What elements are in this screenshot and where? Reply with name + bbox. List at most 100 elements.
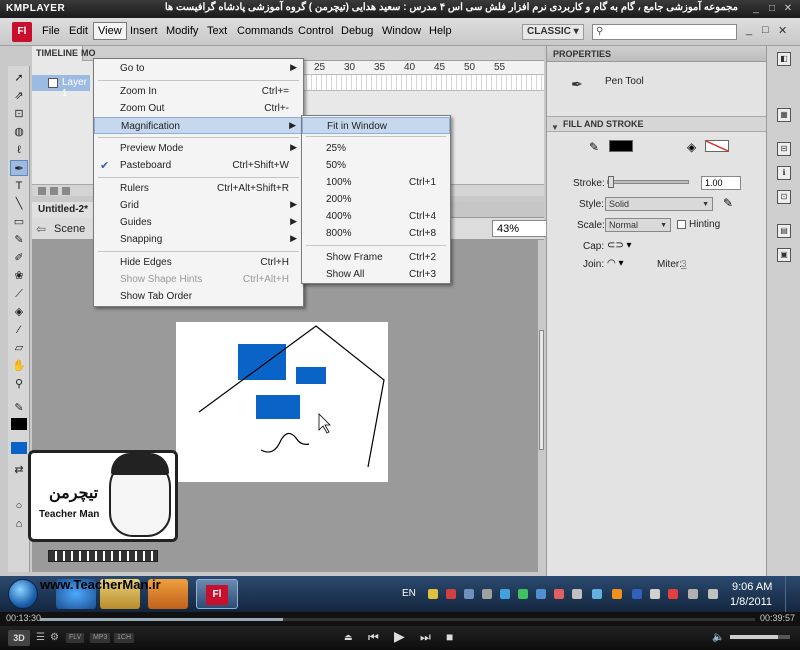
stop-icon[interactable]: ■ — [446, 630, 453, 644]
menu-text[interactable]: Text — [207, 25, 227, 37]
layer-row[interactable]: Layer 1 — [32, 75, 90, 99]
menu-item-show-frame[interactable]: Show Frame Ctrl+2 — [302, 249, 450, 266]
snap-to-objects-icon[interactable]: ⌂ — [10, 516, 28, 532]
miter-value[interactable]: 3 — [681, 259, 687, 270]
tray-icon[interactable] — [482, 589, 492, 599]
menu-item-zoom-100[interactable]: 100% Ctrl+1 — [302, 174, 450, 191]
menu-control[interactable]: Control — [298, 25, 333, 37]
player-close-button[interactable]: ✕ — [782, 3, 794, 15]
stage[interactable] — [176, 322, 388, 482]
new-layer-button[interactable] — [38, 187, 46, 195]
previous-icon[interactable]: ⏮ — [368, 630, 379, 645]
menu-item-goto[interactable]: Go to ▶ — [94, 60, 303, 77]
taskbar-flash-button[interactable]: Fl — [196, 579, 238, 609]
start-button[interactable] — [8, 579, 38, 609]
menu-item-preview-mode[interactable]: Preview Mode ▶ — [94, 140, 303, 157]
menu-item-zoom-50[interactable]: 50% — [302, 157, 450, 174]
components-panel-icon[interactable]: ▤ — [777, 224, 791, 238]
scene-breadcrumb[interactable]: Scene — [54, 223, 85, 235]
tray-icon[interactable] — [612, 589, 622, 599]
vertical-scrollbar[interactable] — [537, 240, 545, 572]
eject-icon[interactable]: ⏏ — [344, 632, 353, 643]
object-drawing-icon[interactable]: ○ — [10, 498, 28, 514]
playlist-icon[interactable]: ☰ — [36, 632, 45, 643]
swatches-panel-icon[interactable]: ▦ — [777, 108, 791, 122]
eyedropper-tool-icon[interactable]: ⁄ — [10, 322, 28, 338]
tray-icon[interactable] — [446, 589, 456, 599]
tray-icon[interactable] — [632, 589, 642, 599]
player-maximize-button[interactable]: □ — [766, 3, 778, 15]
lasso-tool-icon[interactable]: ℓ — [10, 142, 28, 158]
app-restore-button[interactable]: □ — [762, 24, 769, 36]
menu-item-magnification[interactable]: Magnification ▶ — [94, 117, 303, 134]
fill-color-swatch[interactable] — [705, 140, 729, 152]
stroke-color-icon[interactable]: ✎ — [10, 400, 28, 416]
language-indicator[interactable]: EN — [402, 588, 416, 599]
menu-item-zoom-200[interactable]: 200% — [302, 191, 450, 208]
swap-colors-icon[interactable]: ⇄ — [10, 462, 28, 478]
app-close-button[interactable]: ✕ — [778, 24, 787, 37]
deco-tool-icon[interactable]: ❀ — [10, 268, 28, 284]
stroke-color-swatch[interactable] — [609, 140, 633, 152]
menu-commands[interactable]: Commands — [237, 25, 293, 37]
3d-rotation-tool-icon[interactable]: ◍ — [10, 124, 28, 140]
selection-tool-icon[interactable]: ➚ — [10, 70, 28, 86]
new-folder-button[interactable] — [50, 187, 58, 195]
paint-bucket-tool-icon[interactable]: ◈ — [10, 304, 28, 320]
hand-tool-icon[interactable]: ✋ — [10, 358, 28, 374]
tray-icon[interactable] — [500, 589, 510, 599]
menu-item-guides[interactable]: Guides ▶ — [94, 214, 303, 231]
show-desktop-button[interactable] — [785, 576, 800, 612]
menu-insert[interactable]: Insert — [130, 25, 158, 37]
menu-item-zoom-400[interactable]: 400% Ctrl+4 — [302, 208, 450, 225]
pen-tool-icon[interactable]: ✒ — [10, 160, 28, 176]
next-icon[interactable]: ⏭ — [420, 630, 431, 645]
brush-tool-icon[interactable]: ✐ — [10, 250, 28, 266]
free-transform-tool-icon[interactable]: ⊡ — [10, 106, 28, 122]
menu-window[interactable]: Window — [382, 25, 421, 37]
menu-item-snapping[interactable]: Snapping ▶ — [94, 231, 303, 248]
menu-item-show-all[interactable]: Show All Ctrl+3 — [302, 266, 450, 283]
join-type-select[interactable]: ◠ ▾ — [607, 258, 624, 269]
network-icon[interactable] — [688, 589, 698, 599]
menu-file[interactable]: File — [42, 25, 60, 37]
text-tool-icon[interactable]: T — [10, 178, 28, 194]
app-minimize-button[interactable]: _ — [746, 24, 752, 36]
volume-slider[interactable] — [730, 635, 790, 639]
menu-debug[interactable]: Debug — [341, 25, 373, 37]
tray-icon[interactable] — [592, 589, 602, 599]
help-search-input[interactable]: ⚲ — [592, 24, 737, 40]
3d-toggle-button[interactable]: 3D — [8, 630, 30, 646]
color-panel-icon[interactable]: ◧ — [777, 52, 791, 66]
menu-modify[interactable]: Modify — [166, 25, 198, 37]
delete-layer-button[interactable] — [62, 187, 70, 195]
edit-stroke-style-icon[interactable]: ✎ — [723, 196, 733, 210]
line-tool-icon[interactable]: ╲ — [10, 196, 28, 212]
stroke-style-select[interactable]: Solid ▼ — [605, 197, 713, 211]
tray-icon[interactable] — [536, 589, 546, 599]
tray-icon[interactable] — [464, 589, 474, 599]
menu-item-zoom-in[interactable]: Zoom In Ctrl+= — [94, 83, 303, 100]
bone-tool-icon[interactable]: ⟋ — [10, 286, 28, 302]
play-icon[interactable]: ▶ — [394, 628, 405, 645]
tray-icon[interactable] — [518, 589, 528, 599]
menu-view[interactable]: View — [93, 22, 127, 40]
panel-title[interactable]: PROPERTIES — [547, 46, 767, 62]
tab-timeline[interactable]: TIMELINE — [32, 46, 83, 61]
subselection-tool-icon[interactable]: ⇗ — [10, 88, 28, 104]
settings-gear-icon[interactable]: ⚙ — [50, 632, 59, 643]
menu-item-zoom-out[interactable]: Zoom Out Ctrl+- — [94, 100, 303, 117]
menu-item-show-tab-order[interactable]: Show Tab Order — [94, 288, 303, 305]
tray-icon[interactable] — [428, 589, 438, 599]
seek-track[interactable] — [40, 618, 755, 621]
curve-path[interactable] — [260, 432, 310, 453]
menu-help[interactable]: Help — [429, 25, 452, 37]
align-panel-icon[interactable]: ⊟ — [777, 142, 791, 156]
menu-item-hide-edges[interactable]: Hide Edges Ctrl+H — [94, 254, 303, 271]
fill-stroke-section-header[interactable]: ▼ FILL AND STROKE — [547, 116, 767, 132]
back-arrow-icon[interactable]: ⇦ — [36, 222, 46, 236]
pencil-tool-icon[interactable]: ✎ — [10, 232, 28, 248]
fill-color-swatch[interactable] — [11, 442, 27, 454]
menu-edit[interactable]: Edit — [69, 25, 88, 37]
zoom-tool-icon[interactable]: ⚲ — [10, 376, 28, 392]
